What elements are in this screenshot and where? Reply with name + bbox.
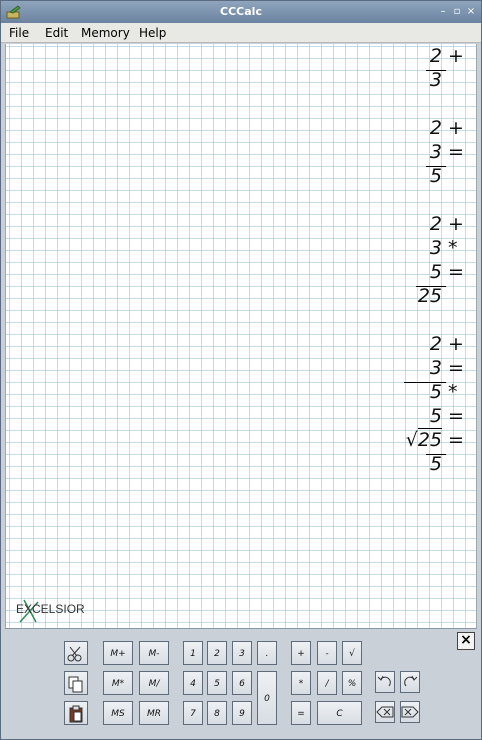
redo-icon (402, 675, 418, 698)
tape-value: 5 (429, 165, 442, 187)
tape-operator: + (448, 45, 464, 67)
backspace-icon (376, 705, 394, 728)
tape-value: 2 (429, 333, 442, 355)
tape-value: 2 (429, 45, 442, 67)
cut-button[interactable] (64, 641, 88, 665)
minimize-icon[interactable]: – (437, 6, 449, 18)
operator-key[interactable]: - (317, 641, 337, 665)
memory-key[interactable]: M+ (103, 641, 133, 665)
tape-value-text: 25 (417, 428, 442, 451)
cut-icon (66, 645, 86, 673)
sqrt-icon: √ (405, 429, 418, 451)
digit-key[interactable]: 7 (183, 701, 203, 725)
keypad-panel: × M+ M- M* M/MS MR 1 2 3. 4 5 6 0 7 8 9 + - √ * /% = C (5, 628, 477, 738)
result-rule (426, 454, 446, 455)
excelsior-logo: EXCELSIOR (16, 599, 85, 623)
copy-button[interactable] (64, 671, 88, 695)
tape-value: 3 (429, 237, 442, 259)
tape-value: 3 (429, 141, 442, 163)
paste-button[interactable] (64, 701, 88, 725)
undo-button[interactable] (375, 671, 395, 693)
tape-value: 5 (429, 261, 442, 283)
tape-value: √25 (382, 428, 442, 452)
clear-entry-button[interactable] (400, 701, 420, 723)
maximize-icon[interactable]: ▫ (451, 6, 463, 18)
digit-key[interactable]: 9 (232, 701, 252, 725)
operator-key[interactable]: % (342, 671, 362, 695)
tape-value: 25 (417, 285, 442, 307)
menu-edit[interactable]: Edit (45, 26, 68, 40)
tape-operator: = (448, 429, 464, 451)
menu-help[interactable]: Help (139, 26, 166, 40)
memory-key[interactable]: M* (103, 671, 133, 695)
menu-bar: File Edit Memory Help (1, 23, 481, 43)
tape-operator: + (448, 213, 464, 235)
digit-key[interactable]: 3 (232, 641, 252, 665)
tape-operator: * (448, 237, 458, 259)
memory-key[interactable]: MR (139, 701, 169, 725)
digit-key[interactable]: 4 (183, 671, 203, 695)
menu-file[interactable]: File (9, 26, 29, 40)
copy-icon (66, 675, 86, 703)
operator-key[interactable]: / (317, 671, 337, 695)
digit-key[interactable]: 6 (232, 671, 252, 695)
backspace-button[interactable] (375, 701, 395, 723)
operator-key[interactable]: + (291, 641, 311, 665)
tape-operator: + (448, 333, 464, 355)
result-rule (426, 70, 446, 71)
tape-value: 5 (429, 453, 442, 475)
close-icon[interactable]: × (465, 6, 477, 18)
tape-operator: * (448, 381, 458, 403)
app-window: CCCalc – ▫ × File Edit Memory Help 2 +3 2 +… (0, 0, 482, 740)
operator-key[interactable]: C (317, 701, 362, 725)
tape-operator: = (448, 141, 464, 163)
tape-value: 5 (429, 381, 442, 403)
tape-operator: + (448, 117, 464, 139)
tape-paper[interactable]: 2 +3 2 +3 = 5 2 +3 * 5 = 25 2 +3 = 5 * 5 = √25 = 5 EXCELSIOR (5, 44, 477, 628)
tape-value: 2 (429, 117, 442, 139)
tape-value: 3 (429, 69, 442, 91)
result-rule (416, 286, 446, 287)
digit-key[interactable]: 1 (183, 641, 203, 665)
redo-button[interactable] (400, 671, 420, 693)
operator-key[interactable]: = (291, 701, 311, 725)
operator-key[interactable]: * (291, 671, 311, 695)
close-keypad-button[interactable]: × (457, 632, 475, 650)
digit-key[interactable]: 2 (207, 641, 227, 665)
undo-icon (377, 675, 393, 698)
result-rule (404, 382, 446, 383)
window-title: CCCalc (220, 5, 262, 18)
tape-operator: = (448, 405, 464, 427)
memory-key[interactable]: M/ (139, 671, 169, 695)
menu-memory[interactable]: Memory (81, 26, 130, 40)
digit-key[interactable]: 5 (207, 671, 227, 695)
paste-icon (66, 705, 86, 733)
tape-value: 2 (429, 213, 442, 235)
digit-key[interactable]: . (257, 641, 277, 665)
memory-key[interactable]: MS (103, 701, 133, 725)
tape-operator: = (448, 261, 464, 283)
clear-entry-icon (401, 705, 419, 728)
title-bar[interactable]: CCCalc – ▫ × (1, 1, 481, 23)
result-rule (426, 166, 446, 167)
tape-value: 3 (429, 357, 442, 379)
tape-value: 5 (429, 405, 442, 427)
digit-key[interactable]: 0 (257, 671, 277, 725)
tape-operator: = (448, 357, 464, 379)
operator-key[interactable]: √ (342, 641, 362, 665)
logo-text: EXCELSIOR (16, 602, 85, 616)
digit-key[interactable]: 8 (207, 701, 227, 725)
memory-key[interactable]: M- (139, 641, 169, 665)
